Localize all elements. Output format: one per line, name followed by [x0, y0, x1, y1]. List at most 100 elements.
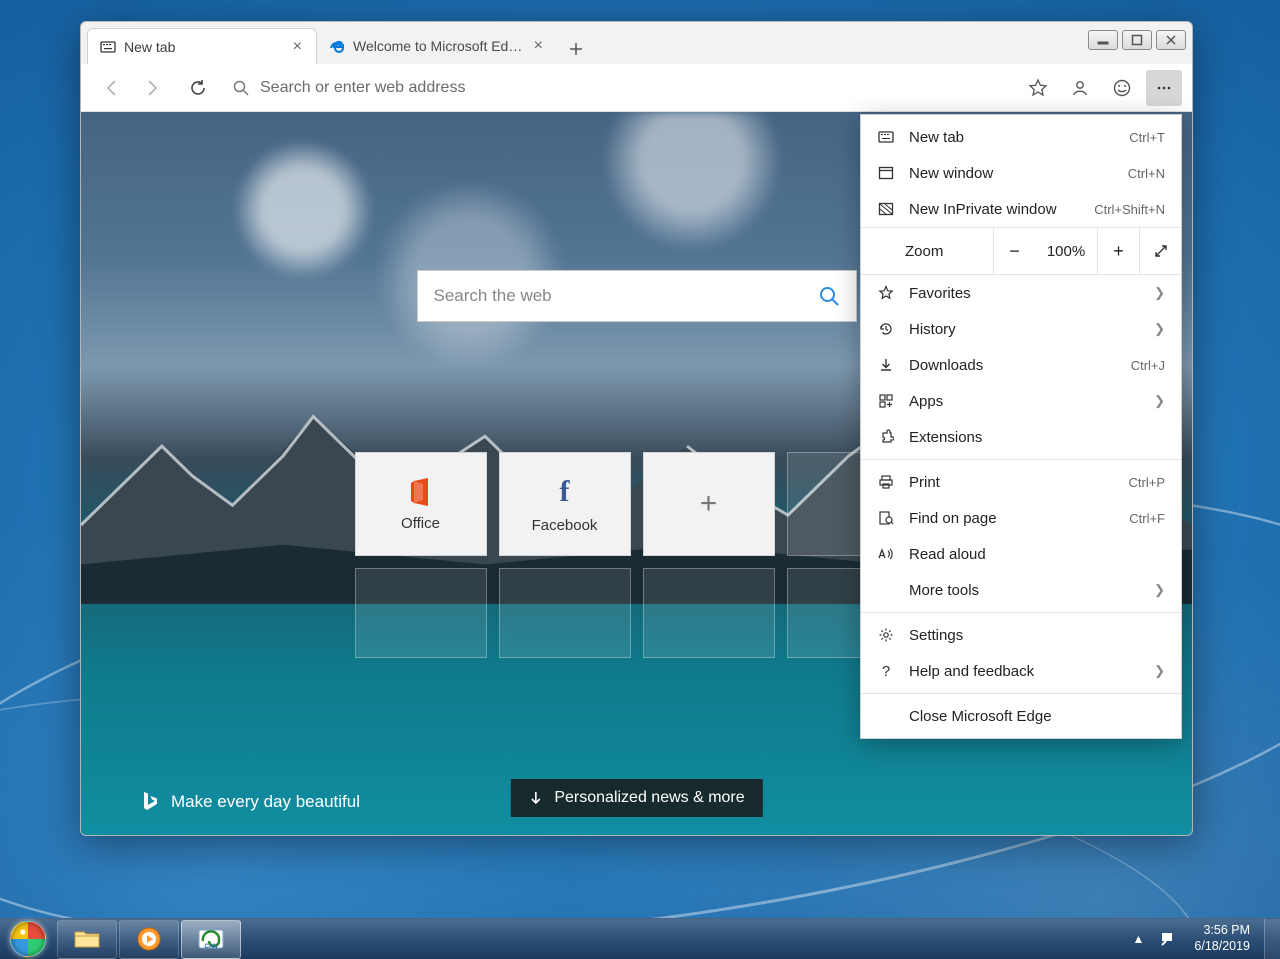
windows-orb-icon [10, 921, 46, 957]
menu-print[interactable]: Print Ctrl+P [861, 464, 1181, 500]
history-icon [877, 321, 895, 337]
menu-close-edge[interactable]: Close Microsoft Edge [861, 698, 1181, 734]
menu-new-tab[interactable]: New tab Ctrl+T [861, 119, 1181, 155]
menu-downloads[interactable]: Downloads Ctrl+J [861, 347, 1181, 383]
tile-add[interactable]: + [643, 452, 775, 556]
tab-close-icon[interactable]: × [293, 38, 302, 56]
tray-time: 3:56 PM [1194, 923, 1250, 939]
tab-inactive[interactable]: Welcome to Microsoft Edge Can… × [317, 28, 557, 64]
feedback-button[interactable] [1104, 70, 1140, 106]
tab-strip: New tab × Welcome to Microsoft Edge Can…… [81, 22, 1192, 64]
bing-icon [141, 791, 159, 813]
window-icon [877, 165, 895, 181]
hero-search-placeholder: Search the web [434, 286, 552, 306]
chevron-right-icon: ❯ [1154, 663, 1165, 679]
tab-active[interactable]: New tab × [87, 28, 317, 64]
tray-clock[interactable]: 3:56 PM 6/18/2019 [1184, 923, 1264, 954]
tile-empty[interactable] [355, 568, 487, 658]
gear-icon [877, 627, 895, 643]
address-placeholder: Search or enter web address [260, 79, 465, 97]
zoom-label: Zoom [861, 243, 993, 260]
plus-icon: + [700, 487, 718, 521]
tab-close-icon[interactable]: × [534, 37, 543, 55]
forward-button[interactable] [135, 71, 169, 105]
menu-read-aloud[interactable]: Read aloud [861, 536, 1181, 572]
tile-label: Facebook [532, 517, 598, 534]
tile-office[interactable]: Office [355, 452, 487, 556]
browser-window: New tab × Welcome to Microsoft Edge Can…… [80, 21, 1193, 836]
system-tray: ▲ 3:56 PM 6/18/2019 [1125, 919, 1280, 959]
minimize-button[interactable] [1088, 30, 1118, 50]
settings-menu-button[interactable] [1146, 70, 1182, 106]
tab-title: Welcome to Microsoft Edge Can… [353, 38, 526, 54]
maximize-button[interactable] [1122, 30, 1152, 50]
menu-new-window[interactable]: New window Ctrl+N [861, 155, 1181, 191]
zoom-minus-button[interactable]: − [993, 228, 1035, 274]
action-center-icon[interactable] [1152, 931, 1184, 947]
taskbar-media-player[interactable] [119, 920, 179, 959]
hero-search-go-icon[interactable] [818, 285, 840, 307]
search-icon [232, 79, 250, 97]
taskbar: CAN ▲ 3:56 PM 6/18/2019 [0, 918, 1280, 959]
tile-empty[interactable] [499, 568, 631, 658]
media-player-icon [134, 926, 164, 952]
find-icon [877, 510, 895, 526]
menu-settings[interactable]: Settings [861, 617, 1181, 653]
menu-help[interactable]: ? Help and feedback ❯ [861, 653, 1181, 689]
menu-apps[interactable]: Apps ❯ [861, 383, 1181, 419]
tray-overflow-button[interactable]: ▲ [1125, 932, 1153, 946]
fullscreen-button[interactable] [1139, 228, 1181, 274]
extensions-icon [877, 429, 895, 445]
refresh-button[interactable] [181, 71, 215, 105]
close-button[interactable] [1156, 30, 1186, 50]
back-button[interactable] [95, 71, 129, 105]
read-aloud-icon [877, 546, 895, 562]
menu-find[interactable]: Find on page Ctrl+F [861, 500, 1181, 536]
menu-zoom: Zoom − 100% + [861, 227, 1181, 275]
menu-extensions[interactable]: Extensions [861, 419, 1181, 455]
star-icon [877, 285, 895, 301]
tile-empty[interactable] [643, 568, 775, 658]
chevron-right-icon: ❯ [1154, 582, 1165, 598]
favorite-star-button[interactable] [1020, 70, 1056, 106]
hero-search[interactable]: Search the web [417, 270, 857, 322]
profile-button[interactable] [1062, 70, 1098, 106]
tagline[interactable]: Make every day beautiful [141, 791, 360, 813]
newtab-icon [877, 129, 895, 145]
address-bar[interactable]: Search or enter web address [221, 70, 1014, 106]
tray-date: 6/18/2019 [1194, 939, 1250, 955]
show-desktop-button[interactable] [1264, 919, 1280, 959]
chevron-down-icon [528, 791, 542, 805]
taskbar-explorer[interactable] [57, 920, 117, 959]
download-icon [877, 357, 895, 373]
desktop: New tab × Welcome to Microsoft Edge Can…… [0, 0, 1280, 959]
office-icon [408, 477, 434, 507]
menu-more-tools[interactable]: More tools ❯ [861, 572, 1181, 608]
settings-menu: New tab Ctrl+T New window Ctrl+N New InP… [860, 114, 1182, 739]
start-button[interactable] [0, 919, 56, 959]
edge-favicon-icon [329, 38, 345, 54]
menu-history[interactable]: History ❯ [861, 311, 1181, 347]
new-tab-button[interactable] [561, 34, 591, 64]
inprivate-icon [877, 201, 895, 217]
zoom-value: 100% [1035, 243, 1097, 260]
window-controls [1088, 30, 1186, 50]
edge-canary-icon: CAN [196, 926, 226, 952]
tiles-grid: Office f Facebook + [355, 452, 919, 658]
apps-icon [877, 393, 895, 409]
zoom-plus-button[interactable]: + [1097, 228, 1139, 274]
chevron-right-icon: ❯ [1154, 285, 1165, 301]
chevron-right-icon: ❯ [1154, 393, 1165, 409]
news-button[interactable]: Personalized news & more [510, 779, 762, 817]
menu-new-inprivate[interactable]: New InPrivate window Ctrl+Shift+N [861, 191, 1181, 227]
chevron-right-icon: ❯ [1154, 321, 1165, 337]
svg-text:CAN: CAN [205, 944, 218, 950]
tagline-text: Make every day beautiful [171, 792, 360, 812]
taskbar-edge-canary[interactable]: CAN [181, 920, 241, 959]
print-icon [877, 474, 895, 490]
tab-title: New tab [124, 39, 285, 55]
tile-label: Office [401, 515, 440, 532]
facebook-icon: f [560, 475, 570, 509]
menu-favorites[interactable]: Favorites ❯ [861, 275, 1181, 311]
tile-facebook[interactable]: f Facebook [499, 452, 631, 556]
